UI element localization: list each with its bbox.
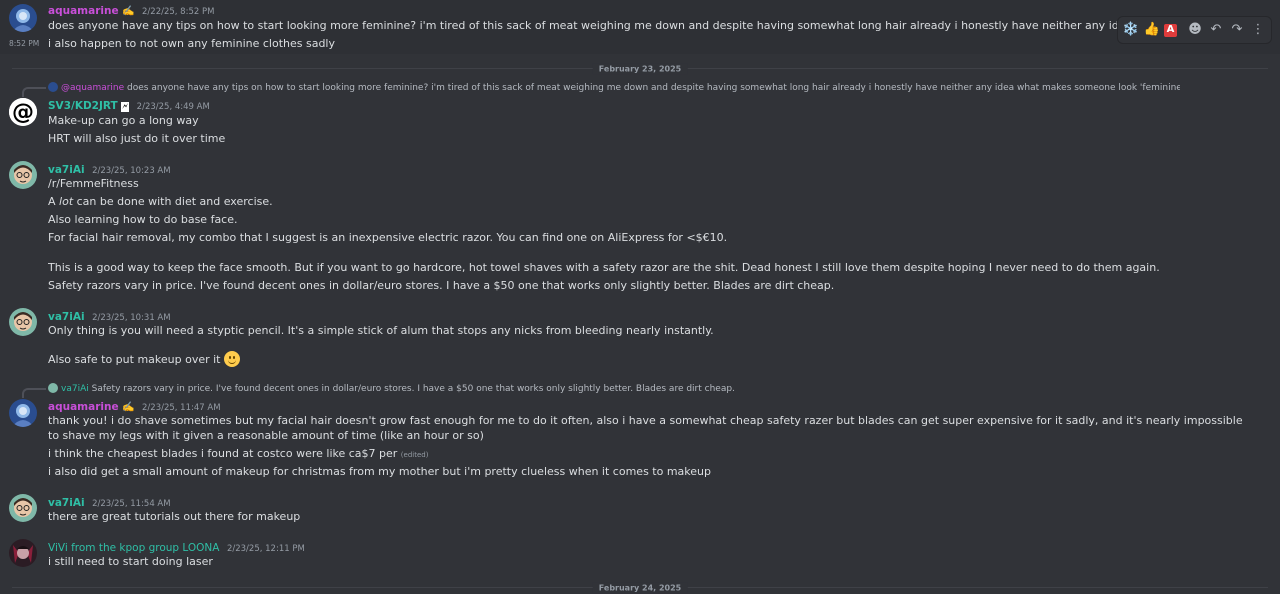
hover-timestamp: 8:52 PM [9,39,40,48]
snowflake-icon[interactable]: ❄️ [1122,20,1140,40]
username[interactable]: ViVi from the kpop group LOONA [48,542,219,554]
edited-label: (edited) [400,451,429,459]
timestamp: 2/23/25, 4:49 AM [136,102,210,112]
username[interactable]: SV3/KD2JRT [48,100,118,112]
svg-text:@: @ [12,100,34,125]
message-group-aquamarine-1: aquamarine ✍️ 2/22/25, 8:52 PM does anyo… [0,0,1280,54]
add-reaction-icon[interactable]: ☻ [1186,20,1204,40]
reply-preview[interactable]: va7iAi Safety razors vary in price. I've… [48,383,1180,396]
message-text: This is a good way to keep the face smoo… [48,261,1160,274]
writing-hand-badge-icon: ✍️ [122,6,135,17]
avatar-vivi[interactable] [9,539,37,567]
username[interactable]: va7iAi [48,164,85,176]
date-divider: February 23, 2025 [12,63,1268,75]
message-group-aquamarine-2: va7iAi Safety razors vary in price. I've… [0,383,1280,483]
message-group-va7iai-1: va7iAi 2/23/25, 10:23 AM /r/FemmeFitness… [0,161,1280,296]
message-text: Also learning how to do base face. [48,213,238,226]
slight-smile-emoji-icon [224,351,240,367]
avatar-aquamarine[interactable] [9,4,37,32]
avatar-va7iai[interactable] [9,308,37,336]
avatar-va7iai[interactable] [9,161,37,189]
message-text: For facial hair removal, my combo that I… [48,231,728,244]
message-text: i also did get a small amount of makeup … [48,465,711,478]
reply-preview[interactable]: @aquamarine does anyone have any tips on… [48,82,1180,95]
message-text: A lot can be done with diet and exercise… [48,194,1250,209]
timestamp: 2/23/25, 10:23 AM [92,166,171,176]
timestamp: 2/23/25, 11:54 AM [92,499,171,509]
reply-avatar [48,82,58,92]
avatar-sv3[interactable]: @ [9,98,37,126]
reply-text: Safety razors vary in price. I've found … [91,384,735,394]
text-segment: Also safe to put makeup over it [48,353,221,366]
a-button-icon[interactable]: A [1164,23,1177,37]
message-group-vivi: ViVi from the kpop group LOONA 2/23/25, … [0,539,1280,573]
reply-connector [22,388,46,398]
thumbs-up-icon[interactable]: 👍 [1143,20,1161,40]
message-text: HRT will also just do it over time [48,132,226,145]
message-text: Make-up can go a long way [48,114,199,127]
username[interactable]: aquamarine [48,5,119,17]
reply-username[interactable]: va7iAi [61,384,89,394]
timestamp: 2/23/25, 10:31 AM [92,313,171,323]
reply-username[interactable]: @aquamarine [61,83,124,93]
message-text: /r/FemmeFitness [48,177,139,190]
text-segment: i think the cheapest blades i found at c… [48,447,401,460]
message-action-toolbar: ❄️ 👍 A ☻ ↶ ↷ ⋮ [1117,16,1272,44]
date-divider-label: February 23, 2025 [592,63,688,75]
more-icon[interactable]: ⋮ [1249,20,1267,40]
message-text: Safety razors vary in price. I've found … [48,279,835,292]
message-text: i think the cheapest blades i found at c… [48,446,1250,461]
date-divider: February 24, 2025 [12,582,1268,594]
text-segment: A [48,195,60,208]
writing-hand-badge-icon: ✍️ [122,402,135,413]
reply-text: does anyone have any tips on how to star… [127,83,1180,93]
message-text: there are great tutorials out there for … [48,510,301,523]
message-text: thank you! i do shave sometimes but my f… [48,414,1243,442]
username[interactable]: aquamarine [48,401,119,413]
reply-icon[interactable]: ↶ [1207,20,1225,40]
username[interactable]: va7iAi [48,497,85,509]
avatar-aquamarine[interactable] [9,399,37,427]
message-group-va7iai-2: va7iAi 2/23/25, 10:31 AM Only thing is y… [0,308,1280,372]
timestamp: 2/23/25, 11:47 AM [142,403,221,413]
timestamp: 2/23/25, 12:11 PM [226,544,305,554]
message-group-va7iai-3: va7iAi 2/23/25, 11:54 AM there are great… [0,494,1280,528]
message-text: Only thing is you will need a styptic pe… [48,324,714,337]
avatar-va7iai[interactable] [9,494,37,522]
username[interactable]: va7iAi [48,311,85,323]
reply-avatar [48,383,58,393]
italic-text: lot [59,195,74,208]
date-divider-label: February 24, 2025 [592,582,688,594]
message-text: i still need to start doing laser [48,555,213,568]
message-group-sv3: @aquamarine does anyone have any tips on… [0,82,1280,148]
message-text: does anyone have any tips on how to star… [48,19,1120,32]
message-text: Also safe to put makeup over it [48,351,1250,371]
timestamp: 2/22/25, 8:52 PM [142,7,215,17]
text-segment: can be done with diet and exercise. [73,195,273,208]
message-text: i also happen to not own any feminine cl… [48,37,335,50]
forward-icon[interactable]: ↷ [1228,20,1246,40]
lightning-badge-icon: 🗲 [121,102,130,112]
reply-connector [22,87,46,97]
